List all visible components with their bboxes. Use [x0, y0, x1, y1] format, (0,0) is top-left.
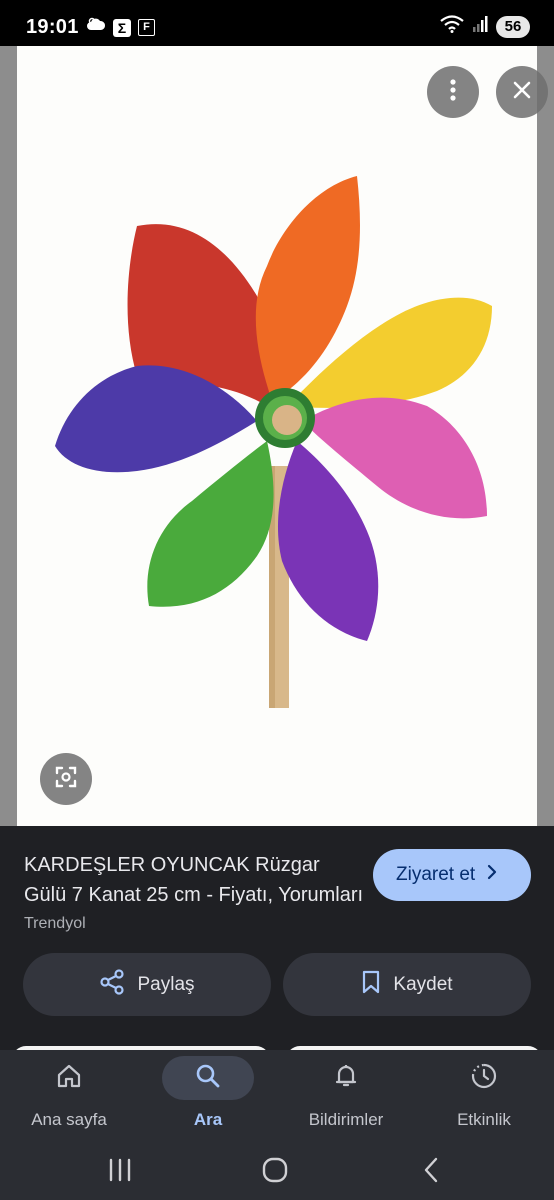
back-button[interactable]: [409, 1150, 453, 1194]
status-time: 19:01: [26, 16, 79, 38]
home-icon: [56, 1063, 82, 1094]
pinwheel-image: [55, 176, 492, 708]
recents-icon: [107, 1158, 133, 1187]
share-icon: [99, 968, 125, 1001]
wifi-icon: [440, 15, 464, 38]
share-button-label: Paylaş: [137, 973, 195, 995]
image-viewer[interactable]: [0, 46, 554, 826]
result-info-panel: KARDEŞLER OYUNCAK Rüzgar Gülü 7 Kanat 25…: [0, 826, 554, 1048]
f-icon: F: [138, 19, 155, 36]
lens-icon: [55, 766, 77, 793]
back-chevron-icon: [423, 1157, 439, 1188]
lens-search-button[interactable]: [40, 753, 92, 805]
result-source[interactable]: Trendyol: [24, 915, 86, 933]
nav-label-home: Ana sayfa: [31, 1110, 107, 1129]
visit-button-label: Ziyaret et: [396, 864, 476, 885]
bookmark-icon: [361, 970, 381, 1000]
status-right-icons: 56: [440, 15, 530, 38]
cloud-icon: [86, 17, 106, 38]
search-icon: [195, 1063, 221, 1094]
battery-indicator: 56: [496, 15, 530, 38]
more-options-button[interactable]: [427, 66, 479, 118]
close-button[interactable]: [496, 66, 548, 118]
nav-item-home[interactable]: Ana sayfa: [23, 1050, 115, 1140]
nav-label-activity: Etkinlik: [457, 1110, 511, 1129]
nav-label-search: Ara: [193, 1110, 223, 1129]
nav-item-activity[interactable]: Etkinlik: [438, 1050, 530, 1140]
status-left-icons: Σ F: [86, 17, 155, 38]
signal-icon: [472, 15, 488, 38]
more-vert-icon: [450, 78, 456, 106]
sigma-icon: Σ: [113, 18, 131, 37]
recents-button[interactable]: [98, 1150, 142, 1194]
system-navigation-bar: [0, 1140, 554, 1200]
chevron-right-icon: [487, 864, 497, 886]
save-button[interactable]: Kaydet: [283, 953, 531, 1016]
home-circle-icon: [262, 1157, 288, 1188]
result-image[interactable]: [17, 46, 548, 826]
status-bar: 19:01 Σ F 56: [0, 0, 554, 46]
activity-icon: [470, 1062, 498, 1095]
visit-button[interactable]: Ziyaret et: [373, 849, 531, 901]
bottom-navigation: Ana sayfa Ara Bildirimler Etkinlik: [0, 1050, 554, 1140]
nav-item-notifications[interactable]: Bildirimler: [295, 1050, 397, 1140]
bell-icon: [334, 1063, 358, 1094]
nav-label-notifications: Bildirimler: [308, 1110, 384, 1129]
previous-image-edge[interactable]: [0, 46, 17, 826]
save-button-label: Kaydet: [393, 973, 453, 995]
system-home-button[interactable]: [253, 1150, 297, 1194]
screen: 19:01 Σ F 56 KARDEŞLER OYUNCAK Rüzgar Gü…: [0, 0, 554, 1200]
next-image-edge[interactable]: [537, 46, 554, 826]
close-icon: [513, 81, 531, 104]
share-button[interactable]: Paylaş: [23, 953, 271, 1016]
nav-item-search[interactable]: Ara: [162, 1050, 254, 1140]
result-title[interactable]: KARDEŞLER OYUNCAK Rüzgar Gülü 7 Kanat 25…: [24, 850, 364, 910]
